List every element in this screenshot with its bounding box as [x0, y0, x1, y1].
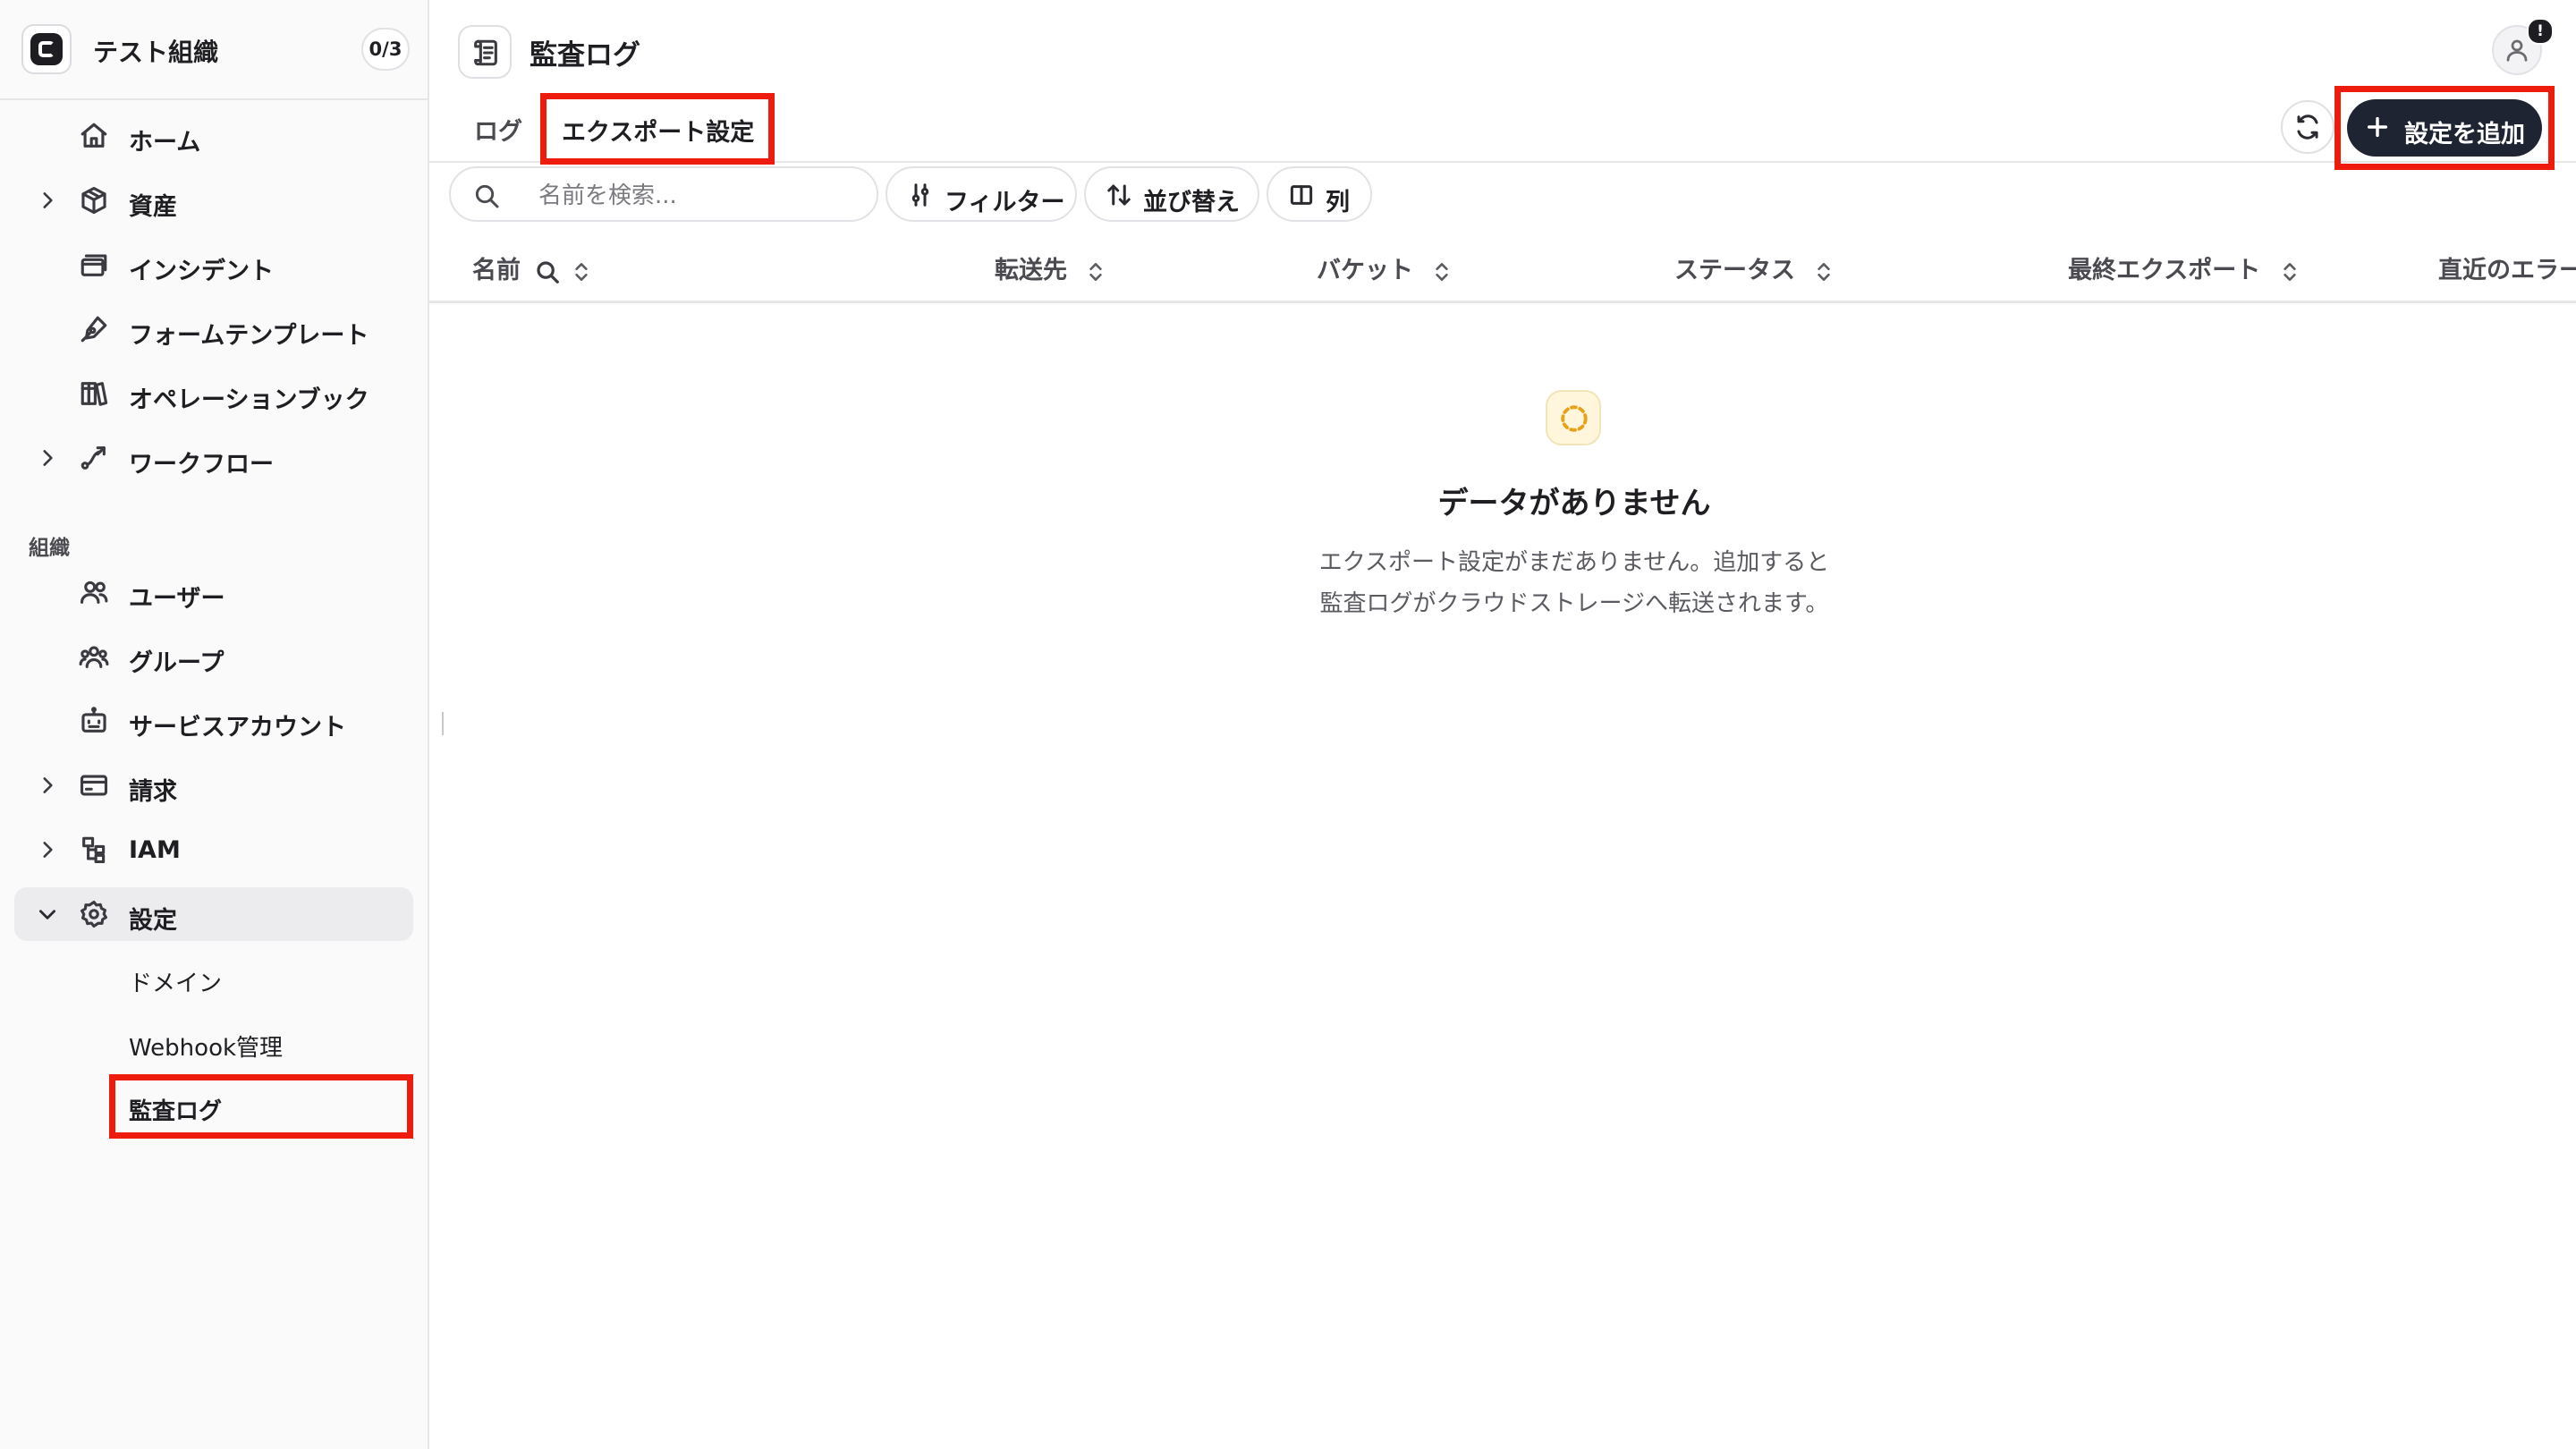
sidebar-item-groups[interactable]: グループ [14, 630, 413, 683]
sort-chevrons-icon[interactable] [1084, 258, 1107, 285]
sidebar-item-label: ユーザー [129, 585, 225, 613]
sort-chevrons-icon[interactable] [1812, 258, 1835, 285]
plus-icon [2367, 116, 2388, 138]
sidebar-item-iam[interactable]: IAM [14, 823, 413, 877]
add-setting-button[interactable]: 設定を追加 [2347, 99, 2542, 157]
sliders-icon [911, 183, 929, 207]
books-icon [80, 382, 108, 406]
sidebar-item-workflows[interactable]: ワークフロー [14, 431, 413, 485]
org-name: テスト組織 [93, 38, 219, 67]
empty-state-icon [1546, 390, 1601, 445]
refresh-button[interactable] [2281, 100, 2334, 154]
sidebar-item-label: 設定 [129, 907, 177, 935]
column-header-last-export[interactable]: 最終エクスポート [2068, 250, 2301, 285]
sort-label: 並び替え [1143, 189, 1240, 216]
sidebar-subitem-audit-log[interactable]: 監査ログ [109, 1074, 413, 1139]
sidebar-subitem-domains[interactable]: ドメイン [109, 952, 413, 1005]
column-header-name[interactable]: 名前 [472, 250, 593, 285]
column-header-destination[interactable]: 転送先 [995, 250, 1107, 285]
sidebar-item-settings[interactable]: 設定 [14, 887, 413, 941]
sidebar-item-service-accounts[interactable]: サービスアカウント [14, 694, 413, 748]
org-switcher[interactable]: テスト組織 0/3 [0, 0, 428, 100]
sidebar-item-label: 請求 [129, 778, 177, 806]
sidebar-item-label: オペレーションブック [129, 386, 369, 414]
sort-chevrons-icon[interactable] [1430, 258, 1453, 285]
column-header-bucket[interactable]: バケット [1317, 250, 1453, 285]
table-header: 名前 転送先 バケット ステータス 最終エクスポート 直近のエラー [429, 234, 2576, 303]
sidebar-item-home[interactable]: ホーム [14, 109, 413, 163]
sort-button[interactable]: 並び替え [1084, 166, 1259, 222]
sidebar-subitem-label: ドメイン [129, 970, 223, 997]
sidebar-item-assets[interactable]: 資産 [14, 174, 413, 227]
chevron-right-icon[interactable] [36, 189, 59, 212]
chevron-right-icon[interactable] [36, 774, 59, 797]
group-icon [79, 646, 109, 668]
section-heading-org: 組織 [29, 537, 70, 560]
tab-log[interactable]: ログ [474, 112, 522, 147]
sidebar-subitem-label: 監査ログ [129, 1098, 223, 1125]
sidebar-item-label: ワークフロー [129, 451, 274, 479]
sidebar-item-label: インシデント [129, 258, 274, 285]
users-icon [80, 580, 108, 604]
sidebar-item-label: 資産 [129, 193, 177, 221]
column-header-recent-error[interactable]: 直近のエラー [2438, 250, 2576, 285]
resize-handle[interactable] [442, 712, 444, 735]
notification-badge: ! [2527, 18, 2554, 45]
column-header-status[interactable]: ステータス [1674, 250, 1835, 285]
sidebar-item-operation-books[interactable]: オペレーションブック [14, 367, 413, 420]
sidebar-subitem-webhooks[interactable]: Webhook管理 [109, 1016, 413, 1070]
sort-arrows-icon [1107, 184, 1131, 206]
filter-button[interactable]: フィルター [886, 166, 1077, 222]
window-stack-icon [80, 254, 107, 276]
tab-label: エクスポート設定 [562, 119, 755, 147]
sort-chevrons-icon[interactable] [570, 258, 593, 285]
org-logo [21, 24, 72, 74]
chevron-down-icon[interactable] [36, 902, 59, 926]
sidebar: テスト組織 0/3 ホーム 資産 インシデント フォームテンプレート オペレーシ… [0, 0, 429, 1449]
sidebar-item-label: ホーム [129, 129, 201, 157]
sidebar-item-form-templates[interactable]: フォームテンプレート [14, 302, 413, 356]
sidebar-item-label: IAM [129, 836, 181, 864]
dashed-circle-icon [1561, 405, 1588, 432]
robot-icon [81, 707, 106, 733]
gear-icon [80, 900, 108, 928]
columns-label: 列 [1326, 189, 1350, 216]
credit-card-icon [80, 775, 108, 796]
sidebar-subitem-label: Webhook管理 [129, 1035, 284, 1062]
empty-state-description: エクスポート設定がまだありません。追加すると 監査ログがクラウドストレージへ転送… [1318, 549, 1830, 617]
sidebar-item-billing[interactable]: 請求 [14, 758, 413, 812]
columns-button[interactable]: 列 [1267, 166, 1372, 222]
hierarchy-icon [82, 836, 106, 864]
columns-icon [1290, 185, 1313, 205]
sidebar-item-label: サービスアカウント [129, 714, 346, 741]
sidebar-item-label: グループ [129, 649, 225, 677]
pen-nib-icon [80, 316, 107, 343]
cube-icon [81, 186, 106, 215]
refresh-icon [2297, 114, 2318, 140]
home-icon [80, 123, 107, 148]
user-icon [2506, 39, 2528, 62]
tab-export-settings[interactable]: エクスポート設定 [540, 93, 775, 165]
add-setting-highlight: 設定を追加 [2334, 86, 2555, 170]
workflow-icon [80, 446, 106, 470]
scroll-icon [474, 39, 497, 66]
org-count-badge: 0/3 [361, 28, 410, 71]
page-title: 監査ログ [530, 39, 640, 72]
search-input[interactable] [537, 179, 862, 213]
page-icon [458, 25, 512, 79]
add-setting-label: 設定を追加 [2404, 121, 2525, 148]
sidebar-item-incidents[interactable]: インシデント [14, 238, 413, 292]
search-icon [475, 184, 499, 208]
filter-label: フィルター [945, 189, 1065, 216]
chevron-right-icon[interactable] [36, 446, 59, 470]
sidebar-item-label: フォームテンプレート [129, 322, 369, 350]
search-icon[interactable] [534, 258, 561, 285]
sidebar-item-users[interactable]: ユーザー [14, 565, 413, 619]
search-box[interactable] [449, 166, 878, 222]
empty-state-title: データがありません [1437, 486, 1711, 521]
sort-chevrons-icon[interactable] [2278, 258, 2301, 285]
chevron-right-icon[interactable] [36, 838, 59, 861]
